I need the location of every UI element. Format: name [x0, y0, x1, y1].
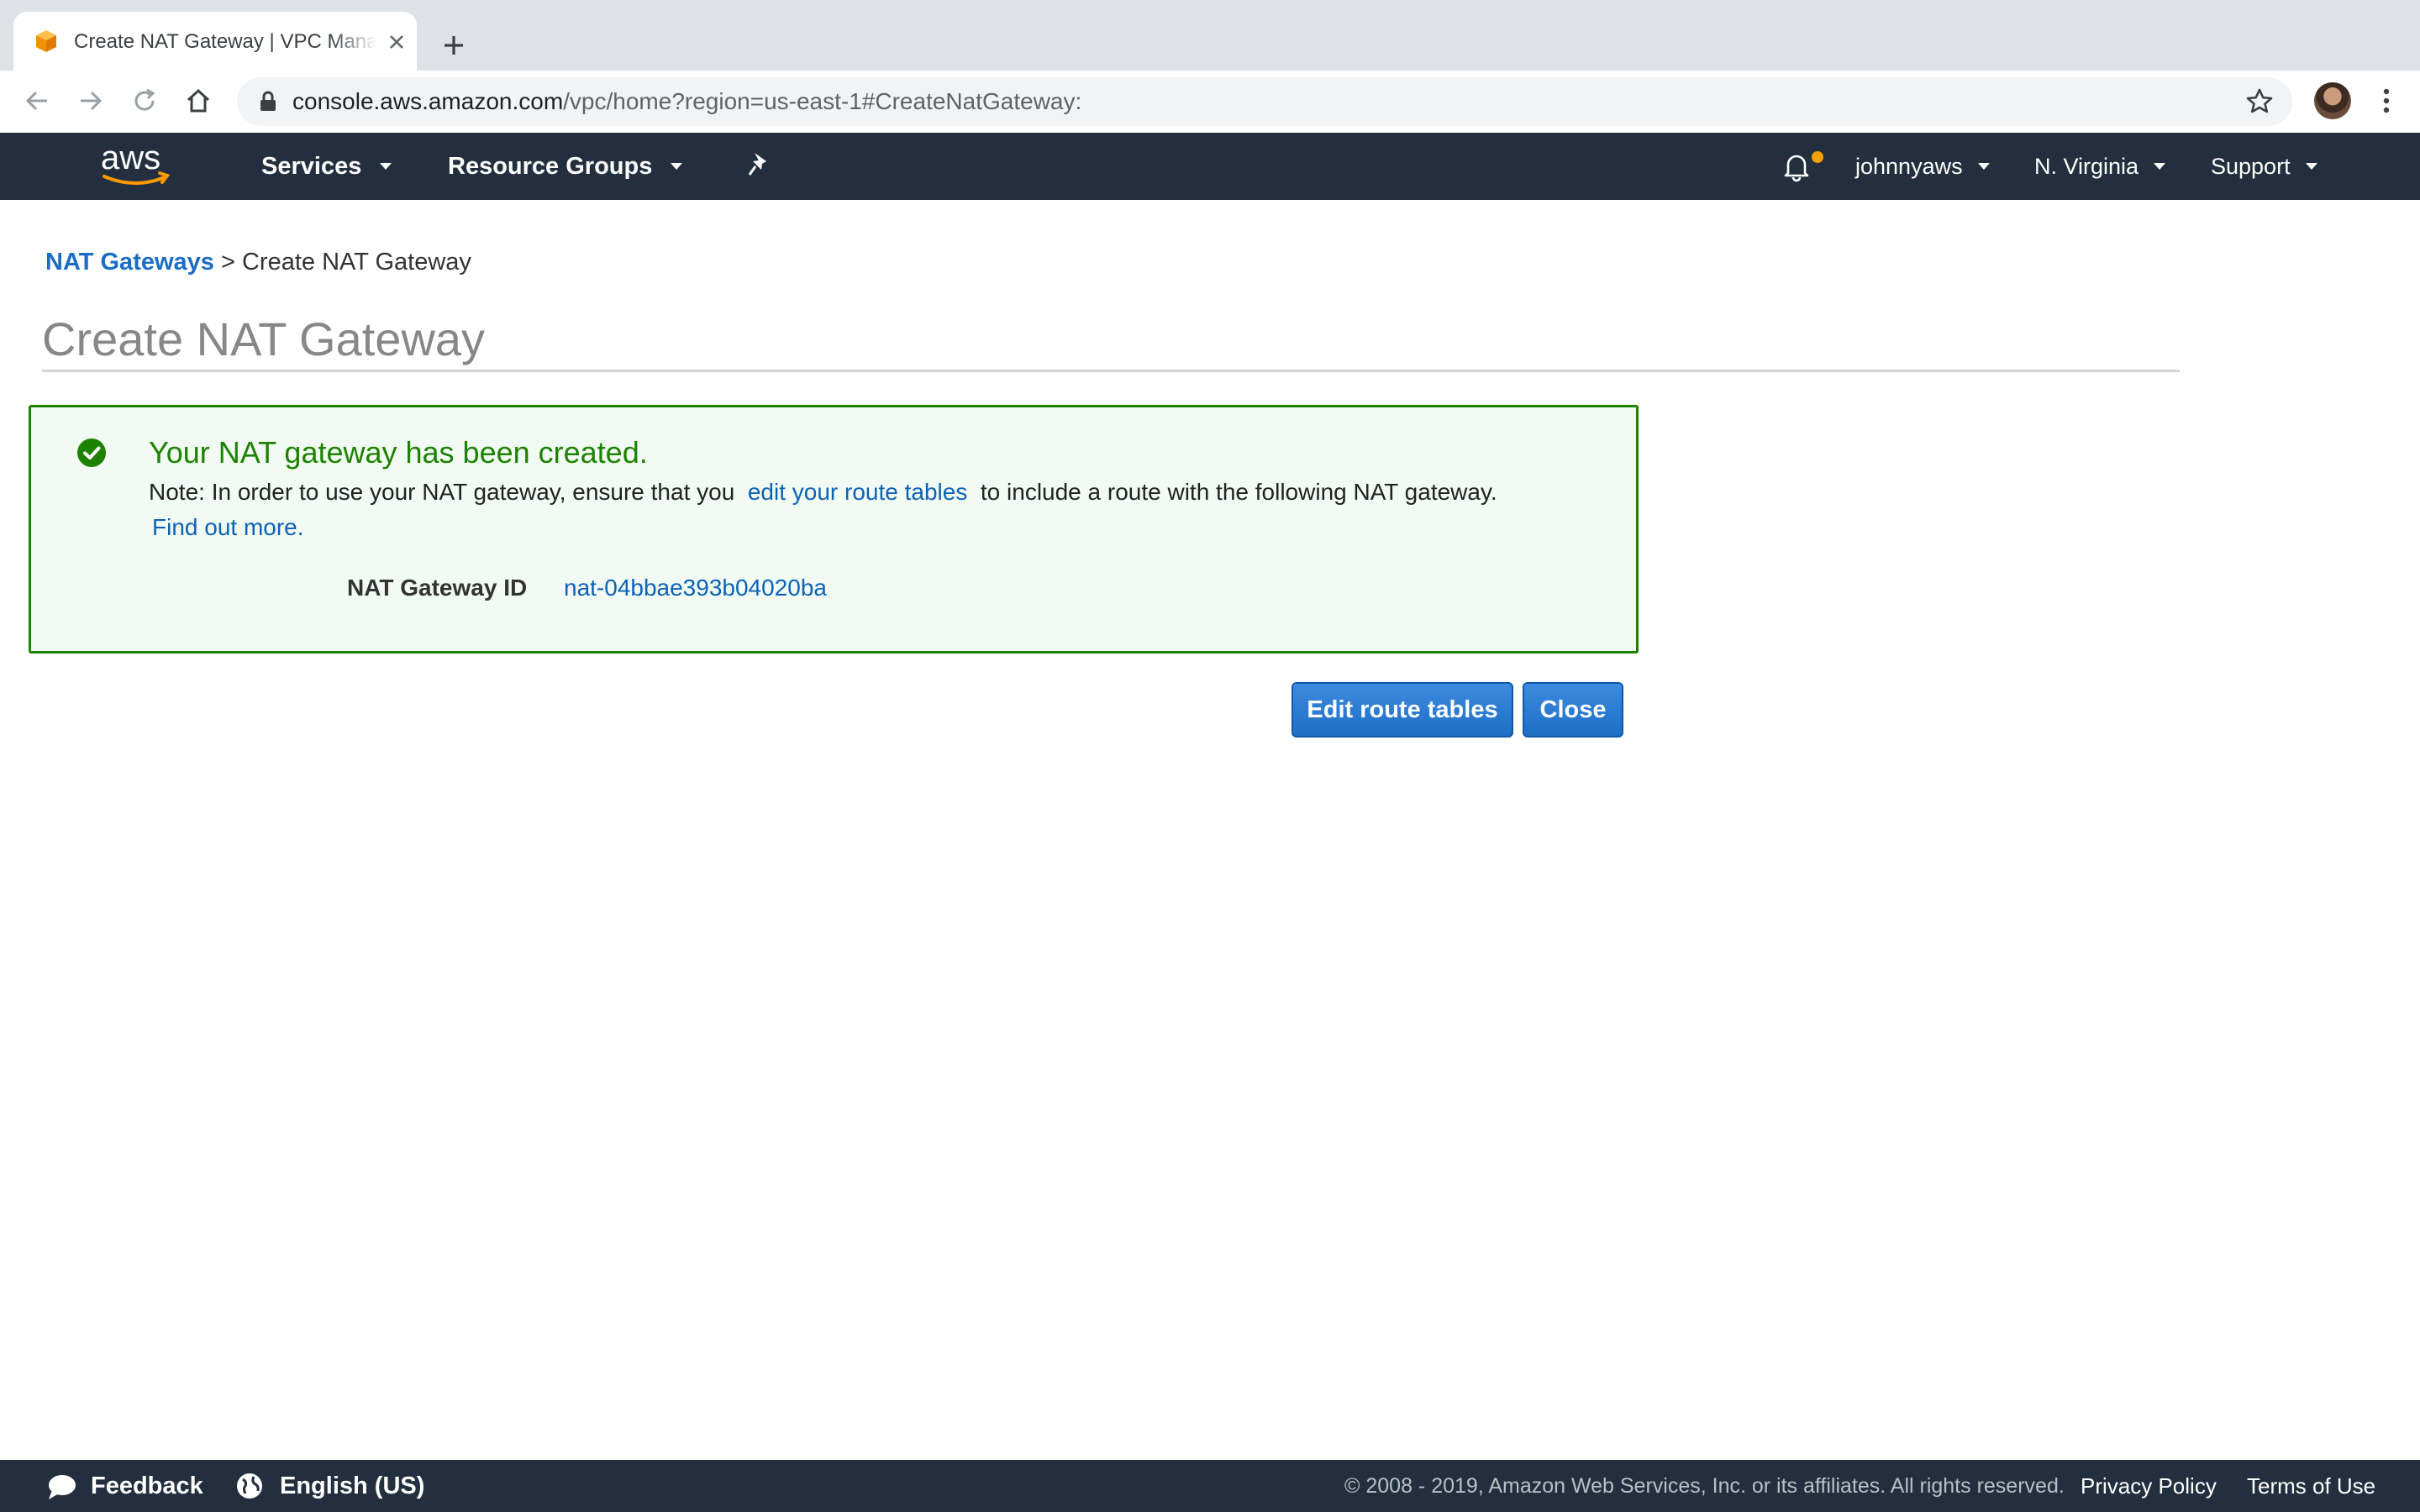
alert-note: Note: In order to use your NAT gateway, …: [149, 476, 1497, 508]
success-alert: Your NAT gateway has been created. Note:…: [29, 405, 1639, 654]
support-label: Support: [2211, 153, 2291, 179]
url-path: /vpc/home?region=us-east-1#CreateNatGate…: [563, 88, 1082, 114]
alert-title: Your NAT gateway has been created.: [149, 435, 648, 470]
aws-cube-favicon-icon: [36, 30, 56, 52]
find-out-more-link[interactable]: Find out more.: [152, 512, 304, 543]
browser-tab-strip: Create NAT Gateway | VPC Management Cons…: [0, 0, 2420, 71]
terms-of-use-link[interactable]: Terms of Use: [2247, 1460, 2375, 1512]
new-tab-plus-icon[interactable]: [437, 29, 471, 62]
language-selector[interactable]: English (US): [280, 1460, 424, 1512]
account-label: johnnyaws: [1855, 153, 1963, 179]
breadcrumb-nat-gateways-link[interactable]: NAT Gateways: [45, 249, 214, 276]
breadcrumb: NAT Gateways > Create NAT Gateway: [45, 245, 471, 279]
close-button[interactable]: Close: [1523, 682, 1623, 738]
feedback-speech-bubble-icon[interactable]: [45, 1473, 77, 1502]
edit-route-tables-button[interactable]: Edit route tables: [1292, 682, 1513, 738]
account-menu[interactable]: johnnyaws: [1855, 133, 1990, 200]
page-title: Create NAT Gateway: [42, 309, 2180, 372]
support-menu[interactable]: Support: [2211, 133, 2317, 200]
bookmark-star-icon[interactable]: [2245, 87, 2274, 116]
aws-logo[interactable]: aws: [99, 143, 173, 188]
nat-gateway-id-link[interactable]: nat-04bbae393b04020ba: [564, 572, 827, 604]
browser-toolbar: console.aws.amazon.com/vpc/home?region=u…: [0, 71, 2420, 134]
lock-icon: [260, 91, 276, 111]
region-menu[interactable]: N. Virginia: [2034, 133, 2166, 200]
services-label: Services: [261, 152, 362, 180]
aws-top-nav: aws Services Resource Groups johnnyaws N…: [0, 133, 2420, 200]
copyright-text: © 2008 - 2019, Amazon Web Services, Inc.…: [1344, 1474, 2065, 1498]
pin-icon[interactable]: [743, 150, 773, 180]
edit-route-tables-link[interactable]: edit your route tables: [748, 479, 968, 505]
services-menu[interactable]: Services: [261, 133, 392, 200]
resource-groups-menu[interactable]: Resource Groups: [448, 133, 683, 200]
chevron-down-icon: [380, 163, 392, 170]
chevron-down-icon: [2154, 163, 2166, 170]
chevron-down-icon: [2305, 163, 2317, 170]
reload-icon[interactable]: [129, 86, 160, 116]
forward-arrow-icon[interactable]: [76, 86, 106, 116]
notifications-bell-icon[interactable]: [1780, 150, 1813, 183]
url-text: console.aws.amazon.com/vpc/home?region=u…: [292, 88, 1081, 115]
nat-gateway-id-label: NAT Gateway ID: [347, 575, 528, 601]
region-label: N. Virginia: [2034, 153, 2139, 179]
alert-note-text: Note: In order to use your NAT gateway, …: [149, 479, 735, 505]
globe-icon[interactable]: [235, 1472, 264, 1500]
browser-tab[interactable]: Create NAT Gateway | VPC Management Cons…: [13, 12, 417, 71]
breadcrumb-separator: >: [220, 249, 235, 276]
profile-avatar[interactable]: [2314, 82, 2351, 119]
page-footer: Feedback English (US) © 2008 - 2019, Ama…: [0, 1460, 2420, 1512]
feedback-link[interactable]: Feedback: [91, 1460, 203, 1512]
address-bar[interactable]: console.aws.amazon.com/vpc/home?region=u…: [237, 77, 2292, 126]
home-icon[interactable]: [183, 86, 213, 116]
breadcrumb-current: Create NAT Gateway: [241, 249, 471, 276]
more-options-icon[interactable]: [2370, 84, 2403, 118]
url-host: console.aws.amazon.com: [292, 88, 564, 114]
alert-note-text-end: to include a route with the following NA…: [980, 479, 1497, 505]
tab-title: Create NAT Gateway | VPC Management Cons…: [74, 30, 376, 53]
chevron-down-icon: [1977, 163, 1990, 170]
close-tab-icon[interactable]: [387, 32, 407, 52]
notification-badge: [1812, 151, 1823, 163]
resource-groups-label: Resource Groups: [448, 152, 653, 180]
success-check-icon: [77, 438, 106, 467]
privacy-policy-link[interactable]: Privacy Policy: [2081, 1460, 2217, 1512]
aws-logo-text: aws: [101, 143, 160, 176]
chevron-down-icon: [671, 163, 683, 170]
back-arrow-icon[interactable]: [22, 86, 52, 116]
